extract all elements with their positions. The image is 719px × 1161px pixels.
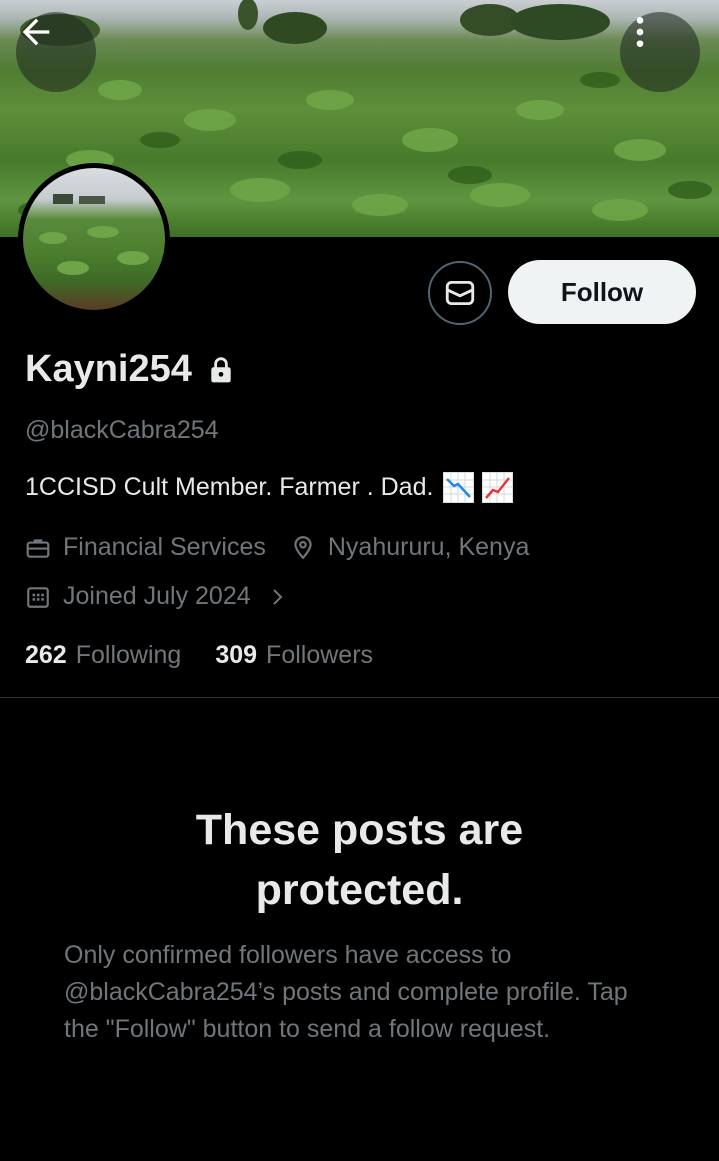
joined-row[interactable]: Joined July 2024	[25, 582, 287, 611]
chart-decreasing-emoji	[443, 472, 475, 503]
profile-page: Follow Kayni254 @blackCabra254 1CCISD Cu…	[0, 0, 719, 1161]
protected-posts-message: Only confirmed followers have access to …	[64, 941, 628, 1043]
followers-label: Followers	[266, 641, 374, 669]
lock-icon	[208, 356, 234, 384]
followers-link[interactable]: 309 Followers	[215, 641, 373, 670]
briefcase-icon	[25, 535, 51, 561]
profile-meta-row: Financial Services Nyahururu, Kenya	[25, 533, 529, 562]
category-item: Financial Services	[25, 533, 266, 562]
chart-increasing-emoji	[482, 472, 514, 503]
avatar[interactable]	[18, 163, 170, 315]
following-link[interactable]: 262 Following	[25, 641, 181, 670]
followers-count: 309	[215, 641, 258, 669]
location-item: Nyahururu, Kenya	[290, 533, 530, 562]
divider	[0, 697, 719, 698]
location-pin-icon	[290, 535, 316, 561]
name-row: Kayni254	[25, 348, 234, 391]
arrow-left-icon	[22, 18, 50, 46]
chevron-right-icon	[269, 586, 287, 608]
follow-counts: 262 Following 309 Followers	[25, 641, 373, 670]
following-count: 262	[25, 641, 67, 669]
protected-posts-title: These posts are protected.	[195, 806, 524, 914]
bio: 1CCISD Cult Member. Farmer . Dad.	[25, 472, 514, 503]
more-vertical-icon	[636, 17, 644, 47]
more-options-button[interactable]	[620, 12, 700, 92]
username-handle: @blackCabra254	[25, 416, 219, 444]
follow-button[interactable]: Follow	[508, 260, 696, 324]
message-button[interactable]	[428, 261, 492, 325]
calendar-icon	[25, 584, 51, 610]
back-button[interactable]	[16, 12, 96, 92]
location-text: Nyahururu, Kenya	[327, 533, 530, 561]
bio-text: 1CCISD Cult Member. Farmer . Dad.	[25, 473, 434, 501]
envelope-icon	[445, 280, 475, 306]
display-name: Kayni254	[25, 348, 192, 390]
category-text: Financial Services	[63, 533, 266, 561]
following-label: Following	[75, 641, 182, 669]
avatar-image	[23, 168, 165, 310]
joined-text: Joined July 2024	[63, 582, 251, 610]
